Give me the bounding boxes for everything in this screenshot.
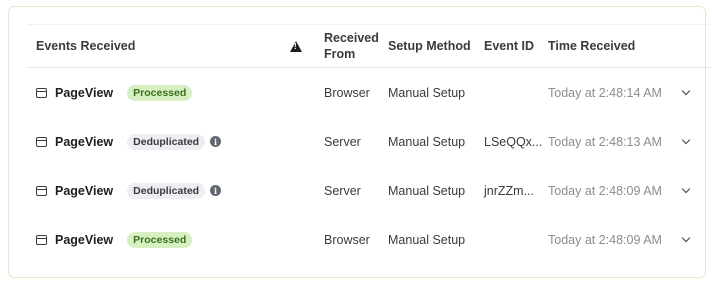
info-icon[interactable]: i — [210, 185, 222, 196]
event-cell: PageView Deduplicated i — [36, 166, 222, 215]
expand-row[interactable] — [681, 166, 691, 215]
event-id-cell: LSeQQx... — [484, 134, 543, 149]
browser-window-icon — [36, 185, 47, 196]
status-badge: Deduplicated — [127, 182, 206, 199]
events-card: Events Received Received From Setup Meth… — [8, 6, 711, 278]
time-received-cell: Today at 2:48:13 AM — [548, 134, 662, 149]
status-badge: Deduplicated — [127, 133, 206, 150]
expand-row[interactable] — [681, 215, 691, 264]
browser-window-icon — [36, 87, 47, 98]
event-name: PageView — [55, 134, 114, 149]
setup-method-cell: Manual Setup — [388, 134, 466, 149]
received-from-cell: Server — [324, 183, 361, 198]
time-received-cell: Today at 2:48:14 AM — [548, 85, 662, 100]
header-received-from[interactable]: Received From — [324, 25, 384, 67]
header-warning[interactable] — [290, 25, 302, 67]
events-table: Events Received Received From Setup Meth… — [28, 24, 711, 264]
table-header: Events Received Received From Setup Meth… — [28, 24, 711, 68]
warning-icon[interactable] — [290, 40, 302, 52]
setup-method-cell: Manual Setup — [388, 183, 466, 198]
setup-method-cell: Manual Setup — [388, 232, 466, 247]
chevron-down-icon[interactable] — [681, 86, 691, 95]
time-received-cell: Today at 2:48:09 AM — [548, 183, 662, 198]
received-from-cell: Browser — [324, 232, 370, 247]
received-from-cell: Browser — [324, 85, 370, 100]
table-row[interactable]: PageView Processed Browser Manual Setup … — [28, 215, 711, 264]
browser-window-icon — [36, 136, 47, 147]
table-body: PageView Processed Browser Manual Setup … — [28, 68, 711, 264]
chevron-down-icon[interactable] — [681, 184, 691, 193]
event-cell: PageView Processed — [36, 68, 193, 117]
header-setup-method[interactable]: Setup Method — [388, 25, 471, 67]
chevron-down-icon[interactable] — [681, 233, 691, 242]
info-icon[interactable]: i — [210, 136, 222, 147]
header-time-received[interactable]: Time Received — [548, 25, 635, 67]
table-row[interactable]: PageView Processed Browser Manual Setup … — [28, 68, 711, 117]
time-received-cell: Today at 2:48:09 AM — [548, 232, 662, 247]
event-cell: PageView Deduplicated i — [36, 117, 222, 166]
status-badge: Processed — [127, 231, 193, 248]
event-name: PageView — [55, 85, 114, 100]
browser-window-icon — [36, 234, 47, 245]
header-events-received[interactable]: Events Received — [36, 25, 135, 67]
expand-row[interactable] — [681, 117, 691, 166]
event-name: PageView — [55, 232, 114, 247]
event-name: PageView — [55, 183, 114, 198]
setup-method-cell: Manual Setup — [388, 85, 466, 100]
table-row[interactable]: PageView Deduplicated i Server Manual Se… — [28, 166, 711, 215]
header-event-id[interactable]: Event ID — [484, 25, 534, 67]
event-id-cell: jnrZZm... — [484, 183, 534, 198]
received-from-cell: Server — [324, 134, 361, 149]
table-row[interactable]: PageView Deduplicated i Server Manual Se… — [28, 117, 711, 166]
expand-row[interactable] — [681, 68, 691, 117]
event-cell: PageView Processed — [36, 215, 193, 264]
chevron-down-icon[interactable] — [681, 135, 691, 144]
status-badge: Processed — [127, 84, 193, 101]
